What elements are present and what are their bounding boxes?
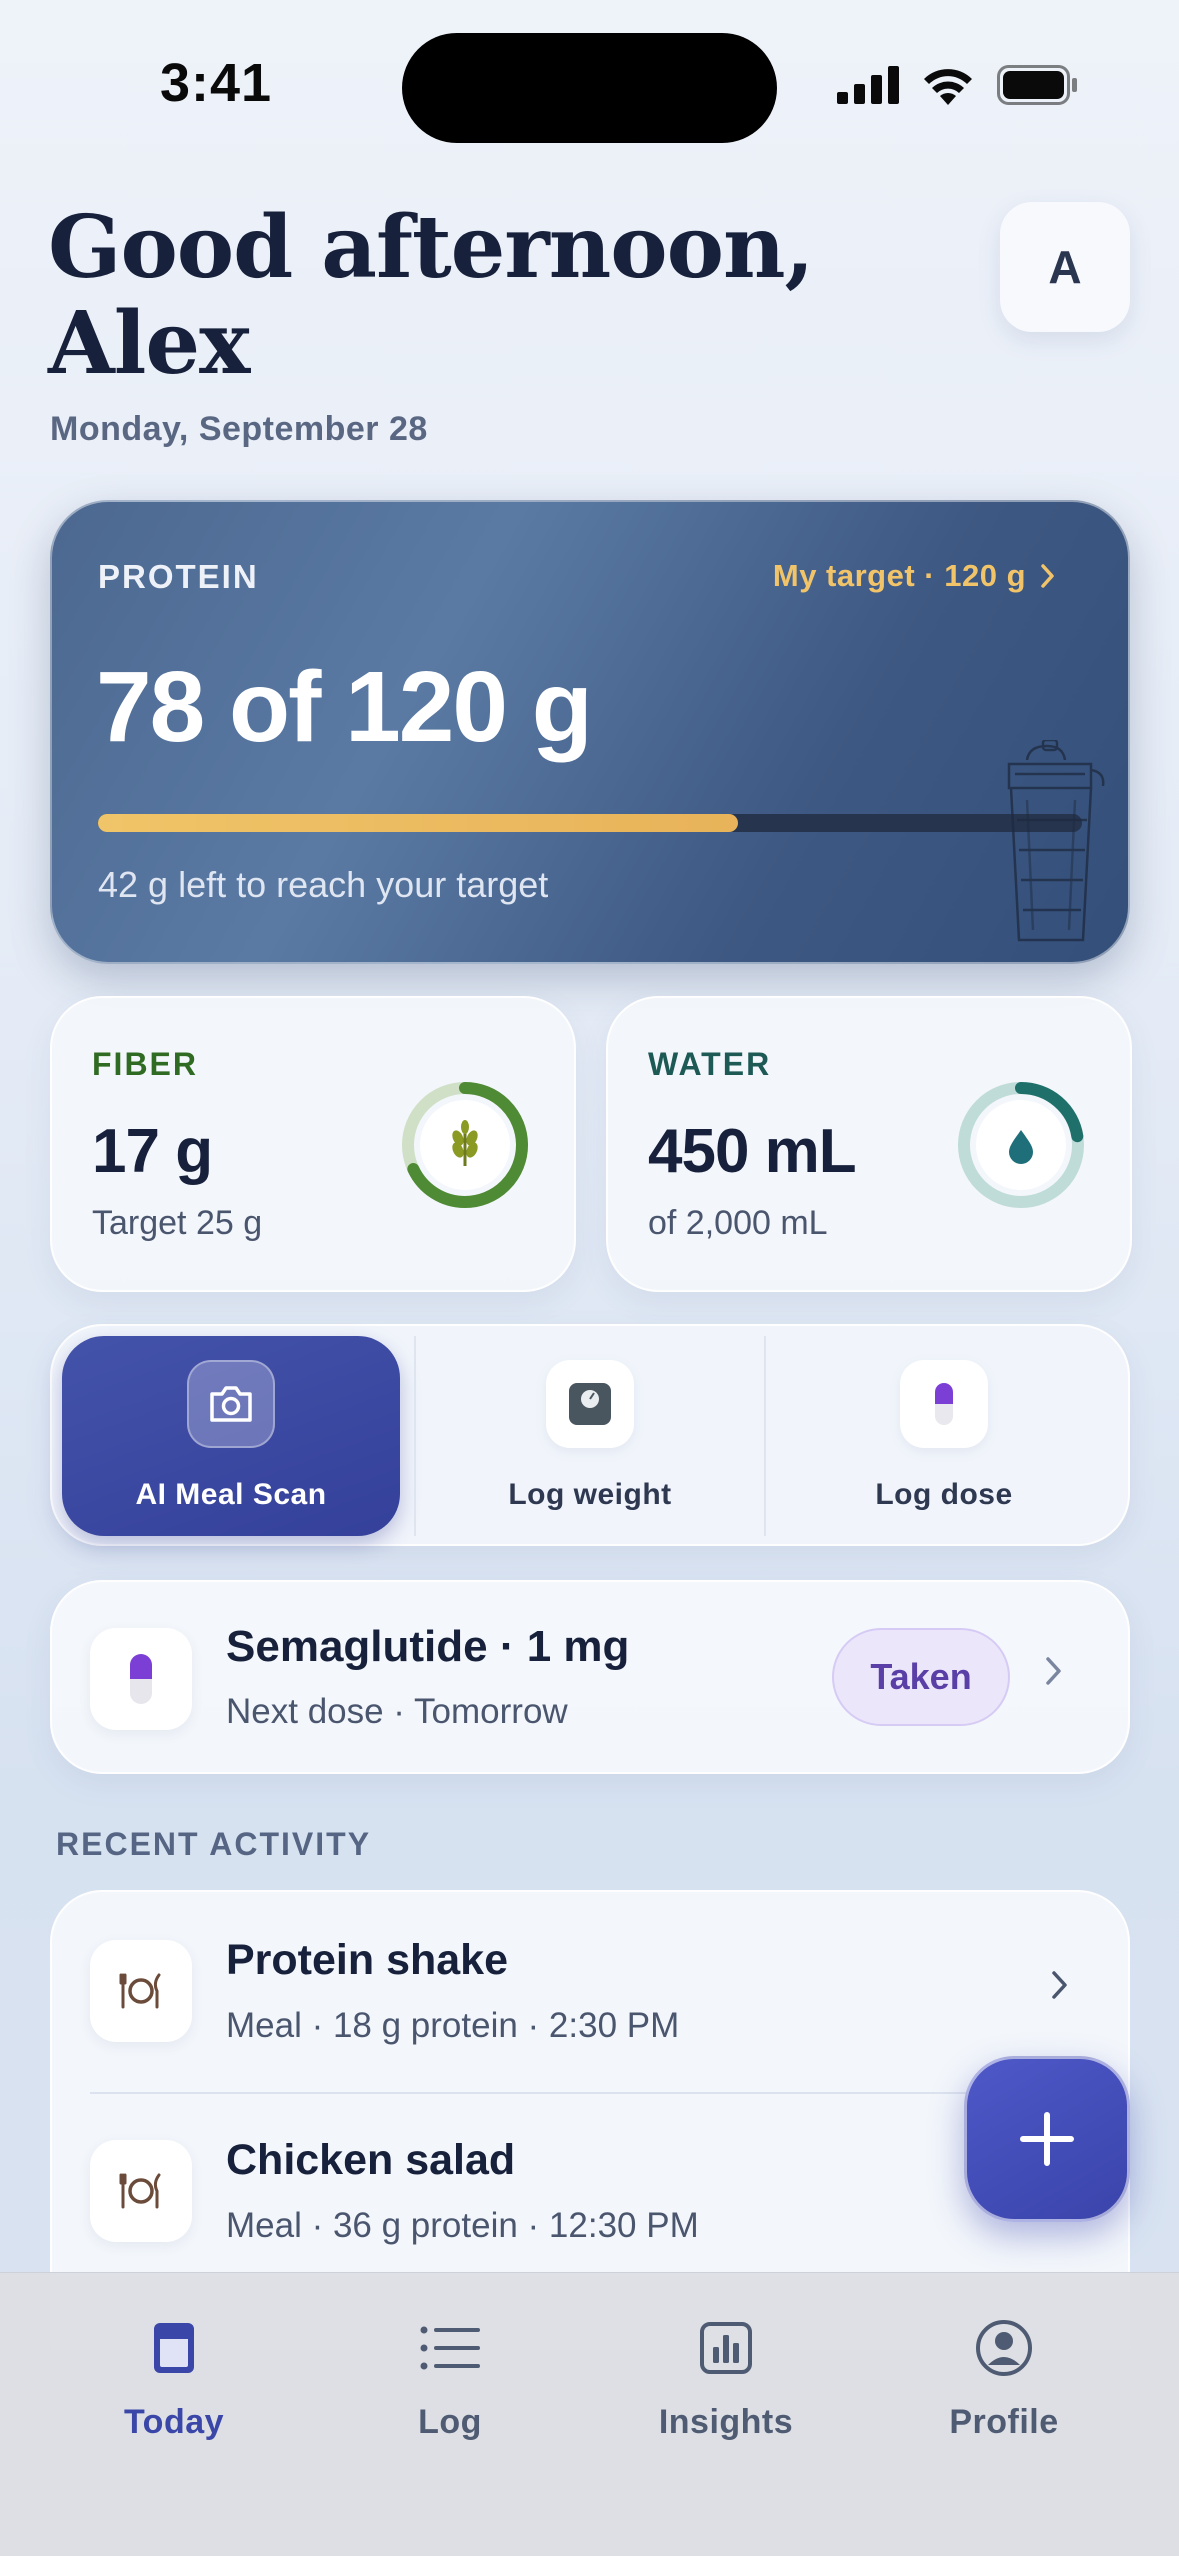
tab-label: Insights	[658, 2403, 794, 2441]
tab-label: Today	[123, 2403, 225, 2441]
user-name: Alex	[48, 293, 250, 394]
fiber-progress-ring	[402, 1082, 528, 1208]
profile-icon	[971, 2315, 1037, 2381]
ai-meal-scan-label: AI Meal Scan	[135, 1478, 327, 1511]
list-item[interactable]: Protein shake Meal · 18 g protein · 2:30…	[52, 1892, 1128, 2094]
medication-card[interactable]: Semaglutide · 1 mg Next dose · Tomorrow …	[50, 1580, 1130, 1774]
fiber-label: FIBER	[92, 1046, 198, 1082]
protein-card[interactable]: PROTEIN My target · 120 g 78 of 120 g 42…	[50, 500, 1130, 964]
water-label: WATER	[648, 1046, 772, 1082]
activity-title: Chicken salad	[226, 2136, 516, 2184]
plus-icon	[1020, 2112, 1074, 2166]
tab-label: Log	[418, 2403, 482, 2441]
chevron-right-icon	[1050, 1966, 1070, 2011]
log-weight-button[interactable]: Log weight	[414, 1336, 764, 1536]
list-icon	[417, 2315, 483, 2381]
utensils-icon	[90, 2140, 192, 2242]
pill-icon	[900, 1360, 988, 1448]
protein-progress-fill	[98, 814, 738, 832]
avatar-button[interactable]: A	[1000, 202, 1130, 332]
add-entry-button[interactable]	[964, 2056, 1130, 2222]
today-icon	[141, 2315, 207, 2381]
protein-shaker-icon	[1007, 740, 1105, 942]
tab-log[interactable]: Log	[330, 2315, 570, 2442]
water-progress-ring	[958, 1082, 1084, 1208]
chart-icon	[693, 2315, 759, 2381]
taken-status-badge[interactable]: Taken	[832, 1628, 1010, 1726]
greeting-title: Good afternoon, Alex	[48, 200, 848, 392]
protein-remaining-note: 42 g left to reach your target	[98, 864, 549, 905]
chevron-right-icon	[1044, 1652, 1064, 1697]
dynamic-island	[402, 33, 777, 143]
quick-actions: AI Meal Scan Log weight Log dose	[50, 1324, 1130, 1546]
fiber-value: 17 g	[92, 1117, 213, 1186]
tab-today[interactable]: Today	[54, 2315, 294, 2442]
log-dose-button[interactable]: Log dose	[764, 1336, 1122, 1536]
chevron-right-icon	[1041, 564, 1054, 588]
fiber-target: Target 25 g	[92, 1204, 263, 1242]
activity-detail: Meal · 36 g protein · 12:30 PM	[226, 2206, 699, 2245]
protein-target-text: My target · 120 g	[772, 558, 1026, 593]
wifi-icon	[924, 69, 972, 105]
log-weight-label: Log weight	[508, 1478, 672, 1511]
activity-detail: Meal · 18 g protein · 2:30 PM	[226, 2006, 680, 2045]
greeting-line: Good afternoon,	[48, 197, 814, 298]
medication-next-dose: Next dose · Tomorrow	[226, 1692, 568, 1731]
battery-icon	[997, 65, 1077, 105]
medication-name: Semaglutide · 1 mg	[226, 1622, 630, 1671]
tab-insights[interactable]: Insights	[606, 2315, 846, 2442]
water-target: of 2,000 mL	[648, 1204, 828, 1242]
status-icons	[837, 65, 1079, 105]
log-dose-label: Log dose	[875, 1478, 1013, 1511]
ai-meal-scan-button[interactable]: AI Meal Scan	[62, 1336, 400, 1536]
cellular-signal-icon	[837, 66, 899, 104]
tab-profile[interactable]: Profile	[884, 2315, 1124, 2442]
protein-progress-track	[98, 814, 1082, 832]
tab-label: Profile	[949, 2403, 1059, 2441]
utensils-icon	[90, 1940, 192, 2042]
status-bar: 3:41	[0, 0, 1179, 150]
protein-label: PROTEIN	[98, 558, 259, 595]
pill-icon	[90, 1628, 192, 1730]
recent-activity-heading: RECENT ACTIVITY	[56, 1826, 372, 1862]
fiber-card[interactable]: FIBER 17 g Target 25 g	[50, 996, 576, 1292]
current-date: Monday, September 28	[50, 410, 428, 448]
tab-bar: Today Log Insights Profile	[0, 2272, 1179, 2556]
activity-title: Protein shake	[226, 1936, 508, 1984]
water-value: 450 mL	[648, 1117, 857, 1186]
status-time: 3:41	[160, 53, 273, 113]
camera-icon	[187, 1360, 275, 1448]
water-card[interactable]: WATER 450 mL of 2,000 mL	[606, 996, 1132, 1292]
protein-value: 78 of 120 g	[96, 651, 593, 763]
scale-icon	[546, 1360, 634, 1448]
protein-target-link[interactable]: My target · 120 g	[773, 558, 1056, 594]
